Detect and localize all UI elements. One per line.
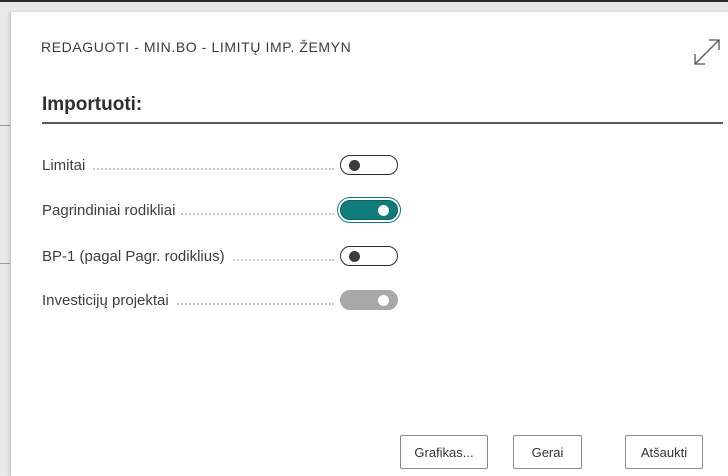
field-row-limitai: Limitai [42,155,402,179]
toggle-knob [349,250,360,262]
field-label-investiciju-projektai: Investicijų projektai [42,292,175,309]
field-row-investiciju-projektai: Investicijų projektai [42,290,402,314]
dialog-caption: REDAGUOTI - MIN.BO - LIMITŲ IMP. ŽEMYN [41,39,352,55]
background-divider [0,125,10,126]
toggle-knob [378,204,389,216]
section-title: Importuoti: [42,94,143,115]
screen: REDAGUOTI - MIN.BO - LIMITŲ IMP. ŽEMYN I… [0,0,728,476]
field-label-limitai: Limitai [42,157,92,174]
cancel-button[interactable]: Atšaukti [625,435,703,469]
field-row-bp-1: BP-1 (pagal Pagr. rodiklius) [42,246,402,270]
chart-button[interactable]: Grafikas... [400,435,488,469]
toggle-knob [378,294,389,306]
section-divider [42,122,723,124]
toggle-bp-1[interactable] [340,246,398,266]
field-row-pagrindiniai-rodikliai: Pagrindiniai rodikliai [42,200,402,224]
background-top-border [0,0,728,2]
field-label-pagrindiniai-rodikliai: Pagrindiniai rodikliai [42,202,182,219]
expand-icon[interactable] [691,36,723,68]
edit-dialog: REDAGUOTI - MIN.BO - LIMITŲ IMP. ŽEMYN I… [10,12,728,476]
toggle-knob [349,159,360,171]
background-divider [0,263,10,264]
field-label-bp-1: BP-1 (pagal Pagr. rodiklius) [42,248,231,265]
ok-button[interactable]: Gerai [513,435,582,469]
toggle-investiciju-projektai [340,290,398,310]
toggle-pagrindiniai-rodikliai[interactable] [340,200,398,220]
toggle-limitai[interactable] [340,155,398,175]
